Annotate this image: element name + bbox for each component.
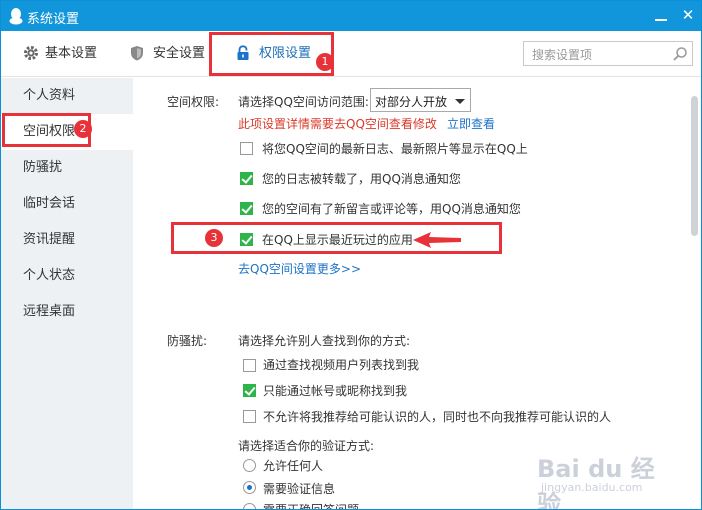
sidebar-item-profile[interactable]: 个人资料	[1, 78, 133, 114]
verify-method-label: 请选择适合你的验证方式:	[238, 439, 375, 453]
minimize-icon[interactable]	[652, 7, 670, 25]
access-range-select[interactable]: 对部分人开放	[370, 88, 471, 112]
baidu-watermark: Bai du 经验 jingyan.baidu.com	[537, 449, 667, 509]
step-badge-2: 2	[74, 120, 92, 138]
title-bar: 系统设置 ✕	[1, 1, 701, 31]
checkbox-no-recommend[interactable]	[243, 410, 256, 423]
sidebar-item-temp-chat[interactable]: 临时会话	[1, 186, 133, 222]
step-badge-3: 3	[205, 229, 223, 247]
warning-text: 此项设置详情需要去QQ空间查看修改	[238, 117, 437, 131]
checkbox-find-by-account[interactable]	[243, 384, 256, 397]
access-range-value: 对部分人开放	[375, 95, 448, 109]
option-label: 您的日志被转载了，用QQ消息通知您	[262, 172, 461, 186]
option-label: 您的空间有了新留言或评论等，用QQ消息通知您	[262, 202, 521, 216]
sidebar-item-label: 个人状态	[23, 268, 76, 283]
radio-need-verify[interactable]	[243, 481, 256, 494]
checkbox-find-by-video[interactable]	[243, 359, 256, 372]
search-box[interactable]: 搜索设置项	[523, 41, 693, 66]
sidebar-item-label: 临时会话	[23, 196, 76, 211]
option-label: 需要验证信息	[263, 482, 336, 496]
find-method-label: 请选择允许别人查找到你的方式:	[238, 334, 411, 348]
watermark-url: jingyan.baidu.com	[541, 481, 643, 494]
sidebar-item-label: 资讯提醒	[23, 232, 76, 247]
tab-label: 基本设置	[45, 46, 98, 61]
sidebar-item-label: 防骚扰	[23, 160, 63, 175]
scrollbar-thumb[interactable]	[691, 96, 698, 236]
option-label: 只能通过帐号或昵称找到我	[263, 384, 408, 398]
gear-icon	[24, 46, 38, 60]
highlight-box-permission-tab	[209, 32, 334, 76]
settings-window: 系统设置 ✕ 基本设置 安全设置 权限设置 搜索设置项 个人资料 空间权限 防骚…	[0, 0, 702, 510]
chevron-down-icon	[455, 99, 465, 104]
section-label-anti-harass: 防骚扰:	[167, 334, 208, 348]
view-now-link[interactable]: 立即查看	[447, 115, 495, 132]
sidebar-item-status[interactable]: 个人状态	[1, 258, 133, 294]
tab-label: 安全设置	[153, 46, 206, 61]
qq-penguin-icon	[9, 8, 23, 25]
sidebar-item-news[interactable]: 资讯提醒	[1, 222, 133, 258]
radio-allow-anyone[interactable]	[243, 459, 256, 472]
checkbox-comment-notify[interactable]	[240, 202, 253, 215]
more-settings-link[interactable]: 去QQ空间设置更多>>	[238, 260, 361, 277]
step-badge-1: 1	[316, 53, 334, 71]
option-label: 允许任何人	[263, 459, 324, 473]
search-icon[interactable]	[672, 46, 688, 62]
checkbox-show-latest[interactable]	[240, 142, 253, 155]
close-icon[interactable]: ✕	[679, 6, 697, 24]
sidebar-item-label: 远程桌面	[23, 304, 76, 319]
tab-basic-settings[interactable]: 基本设置	[23, 31, 113, 77]
checkbox-repost-notify[interactable]	[240, 172, 253, 185]
section-label-space: 空间权限:	[167, 95, 220, 109]
option-label: 需要正确回答问题	[263, 503, 360, 510]
access-range-label: 请选择QQ空间访问范围:	[238, 95, 369, 109]
option-label: 通过查找视频用户列表找到我	[263, 358, 420, 372]
sidebar-item-label: 个人资料	[23, 88, 76, 103]
watermark-logo-text: Bai du 经验	[537, 455, 655, 510]
sidebar-item-remote-desktop[interactable]: 远程桌面	[1, 294, 133, 330]
sidebar-item-anti-harass[interactable]: 防骚扰	[1, 150, 133, 186]
search-placeholder: 搜索设置项	[532, 48, 593, 62]
red-arrow-icon	[413, 232, 461, 248]
option-label: 不允许将我推荐给可能认识的人，同时也不向我推荐可能认识的人	[263, 410, 612, 424]
shield-icon	[131, 46, 143, 61]
option-label: 将您QQ空间的最新日志、最新照片等显示在QQ上	[262, 142, 528, 156]
radio-answer-question[interactable]	[243, 503, 256, 509]
window-title: 系统设置	[27, 12, 80, 27]
tab-security-settings[interactable]: 安全设置	[129, 31, 219, 77]
